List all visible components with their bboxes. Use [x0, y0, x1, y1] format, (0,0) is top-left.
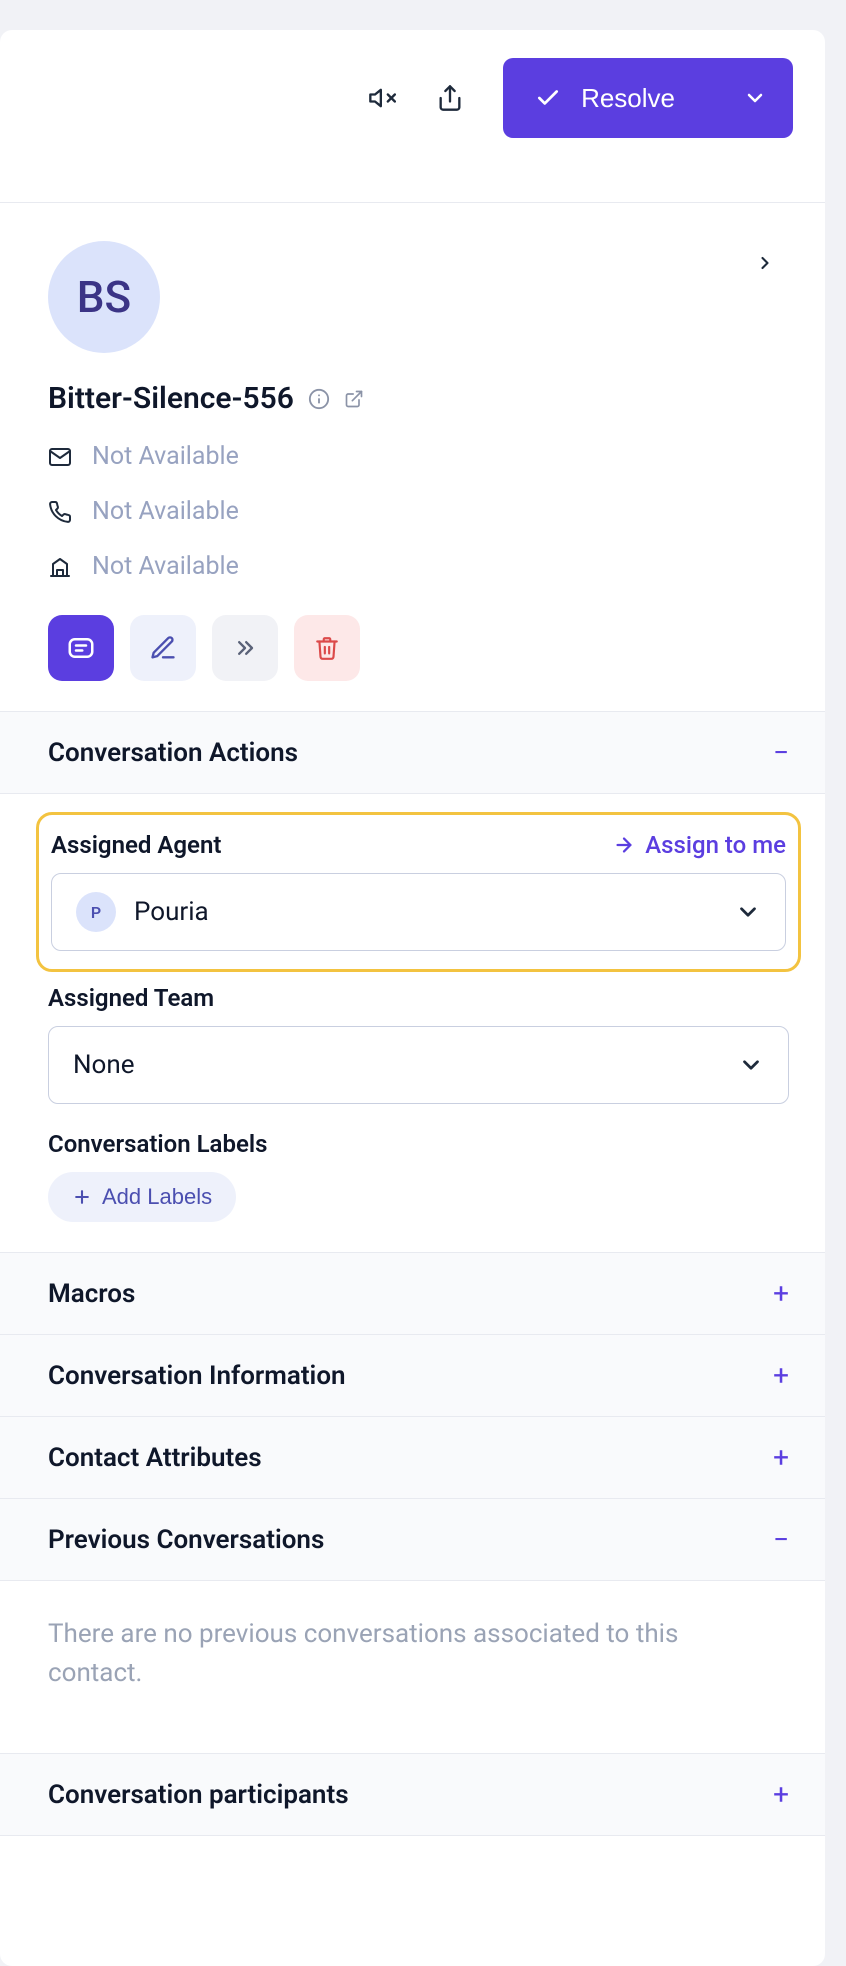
assigned-agent-value: Pouria: [134, 897, 717, 927]
info-icon[interactable]: [308, 388, 330, 410]
toolbar: Resolve: [0, 30, 825, 203]
section-title: Contact Attributes: [48, 1443, 262, 1473]
add-labels-text: Add Labels: [102, 1184, 212, 1210]
assigned-team-select[interactable]: None: [48, 1026, 789, 1104]
participants-header[interactable]: Conversation participants +: [0, 1754, 825, 1836]
section-title: Conversation participants: [48, 1780, 349, 1810]
contact-actions: [48, 615, 789, 681]
resolve-button[interactable]: Resolve: [503, 58, 793, 138]
contact-name: Bitter-Silence-556: [48, 381, 294, 416]
conversation-actions-body: Assigned Agent Assign to me P Pouria Ass…: [0, 794, 825, 1253]
labels-group: Conversation Labels Add Labels: [48, 1130, 789, 1222]
contact-name-row: Bitter-Silence-556: [48, 381, 789, 416]
expand-icon[interactable]: +: [773, 1359, 789, 1392]
mail-icon: [48, 445, 72, 469]
conversation-actions-header[interactable]: Conversation Actions −: [0, 712, 825, 794]
section-title: Previous Conversations: [48, 1525, 324, 1555]
expand-icon[interactable]: +: [773, 1441, 789, 1474]
resolve-label: Resolve: [581, 83, 675, 114]
new-conversation-button[interactable]: [48, 615, 114, 681]
arrow-right-icon: [613, 834, 635, 856]
edit-contact-button[interactable]: [130, 615, 196, 681]
agent-avatar: P: [76, 892, 116, 932]
collapse-icon[interactable]: −: [773, 736, 789, 769]
contact-org-row: Not Available: [48, 552, 789, 581]
contact-email: Not Available: [92, 442, 239, 471]
section-title: Macros: [48, 1279, 135, 1309]
contact-phone: Not Available: [92, 497, 239, 526]
collapse-icon[interactable]: −: [773, 1523, 789, 1556]
merge-contact-button[interactable]: [212, 615, 278, 681]
phone-icon: [48, 500, 72, 524]
assign-to-me-link[interactable]: Assign to me: [613, 831, 786, 859]
external-link-icon[interactable]: [344, 389, 364, 409]
expand-contact-icon[interactable]: [755, 253, 775, 273]
assigned-team-group: Assigned Team None: [48, 984, 789, 1104]
plus-icon: [72, 1187, 92, 1207]
conversation-info-header[interactable]: Conversation Information +: [0, 1335, 825, 1417]
assigned-agent-select[interactable]: P Pouria: [51, 873, 786, 951]
contact-org: Not Available: [92, 552, 239, 581]
chevron-down-icon[interactable]: [743, 86, 767, 110]
assigned-team-value: None: [73, 1050, 720, 1080]
chevron-down-icon: [735, 899, 761, 925]
assigned-team-label: Assigned Team: [48, 984, 214, 1012]
labels-label: Conversation Labels: [48, 1130, 267, 1158]
previous-conversations-empty: There are no previous conversations asso…: [0, 1581, 825, 1754]
chevron-down-icon: [738, 1052, 764, 1078]
contact-attributes-header[interactable]: Contact Attributes +: [0, 1417, 825, 1499]
section-title: Conversation Information: [48, 1361, 346, 1391]
contact-block: BS Bitter-Silence-556 Not Available Not …: [0, 203, 825, 712]
mute-icon[interactable]: [367, 83, 397, 113]
delete-contact-button[interactable]: [294, 615, 360, 681]
previous-conversations-header[interactable]: Previous Conversations −: [0, 1499, 825, 1581]
expand-icon[interactable]: +: [773, 1277, 789, 1310]
expand-icon[interactable]: +: [773, 1778, 789, 1811]
assigned-agent-label: Assigned Agent: [51, 831, 221, 859]
building-icon: [48, 555, 72, 579]
share-icon[interactable]: [435, 83, 465, 113]
contact-email-row: Not Available: [48, 442, 789, 471]
section-title: Conversation Actions: [48, 738, 298, 768]
add-labels-button[interactable]: Add Labels: [48, 1172, 236, 1222]
avatar: BS: [48, 241, 160, 353]
check-icon: [535, 85, 561, 111]
macros-header[interactable]: Macros +: [0, 1253, 825, 1335]
assigned-agent-group: Assigned Agent Assign to me P Pouria: [36, 812, 801, 972]
details-panel: Resolve BS Bitter-Silence-556 Not Availa…: [0, 30, 825, 1966]
assign-to-me-text: Assign to me: [645, 831, 786, 859]
contact-phone-row: Not Available: [48, 497, 789, 526]
